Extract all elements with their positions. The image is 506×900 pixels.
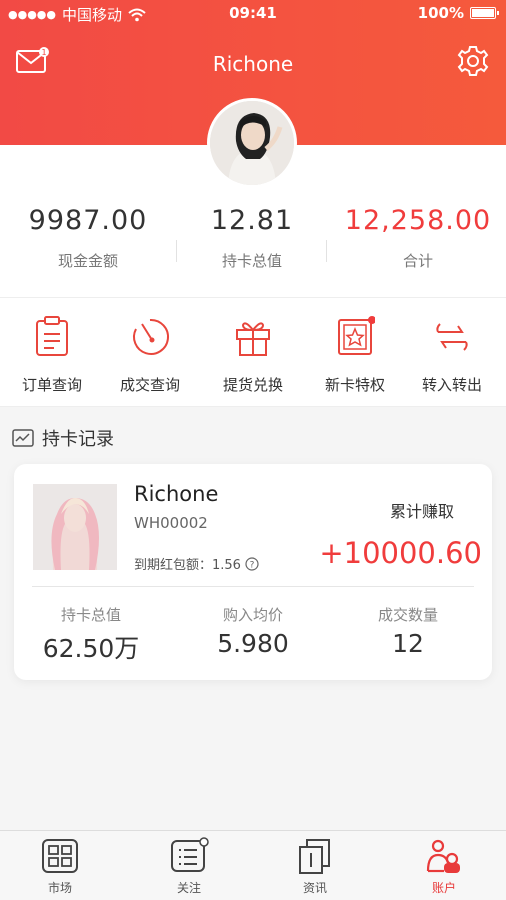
gear-icon[interactable] [456, 44, 490, 78]
tab-label: 市场 [47, 881, 72, 895]
gift-icon [236, 322, 270, 356]
card-stat-value: 12 [392, 629, 424, 658]
stat-value: 9987.00 [28, 205, 148, 236]
section-title: 持卡记录 [42, 429, 114, 450]
page-title: Richone [212, 52, 294, 76]
action-transfer[interactable]: 转入转出 [402, 316, 502, 395]
action-label: 转入转出 [421, 376, 482, 394]
action-pickup-exchange[interactable]: 提货兑换 [203, 316, 303, 395]
card-stat-label: 持卡总值 [60, 606, 121, 624]
tab-market[interactable]: 市场 [10, 837, 110, 896]
stat-card-total: 12.81 持卡总值 [168, 205, 336, 271]
avatar[interactable] [207, 98, 297, 188]
clipboard-icon [36, 316, 68, 356]
market-icon [42, 839, 78, 873]
status-bar: ●●●●● 中国移动 09:41 100% [0, 0, 506, 28]
tab-follow[interactable]: 关注 [139, 837, 239, 896]
section-header: 持卡记录 [12, 425, 114, 451]
stat-label: 现金金额 [57, 252, 118, 270]
new-badge-dot [368, 316, 375, 324]
star-card-icon [338, 316, 375, 355]
tab-bar: 市场 关注 资讯 账户 [0, 830, 506, 900]
news-icon [299, 839, 330, 874]
tab-account[interactable]: 账户 [394, 837, 494, 896]
action-order-query[interactable]: 订单查询 [2, 316, 102, 395]
stat-label: 合计 [402, 252, 433, 270]
action-new-card-privilege[interactable]: 新卡特权 [305, 316, 405, 395]
expire-label: 到期红包额：1.56 [134, 558, 241, 573]
card-code: WH00002 [134, 514, 208, 532]
card-stat-total: 持卡总值 62.50万 [16, 604, 166, 665]
balance-summary: 9987.00 现金金额 12.81 持卡总值 12,258.00 合计 [0, 205, 506, 290]
card-stat-value: 62.50万 [42, 634, 140, 663]
follow-list-icon [171, 837, 209, 872]
gauge-icon [133, 318, 169, 355]
holding-card[interactable]: Richone WH00002 到期红包额：1.56 ? 累计赚取 +10000… [14, 464, 492, 680]
card-photo [33, 484, 117, 570]
card-stat-value: 5.980 [217, 629, 289, 658]
action-label: 成交查询 [119, 376, 180, 394]
battery-percent: 100% [417, 4, 464, 22]
divider [32, 586, 474, 587]
divider [176, 240, 177, 262]
divider [326, 240, 327, 262]
action-label: 订单查询 [21, 376, 82, 394]
battery-icon [470, 7, 499, 19]
tab-label: 资讯 [302, 881, 327, 895]
stat-value: 12.81 [210, 205, 294, 236]
quick-actions: 订单查询 成交查询 提货兑换 新卡特权 转入转出 [0, 297, 506, 407]
earn-label: 累计赚取 [389, 502, 454, 521]
card-expire: 到期红包额：1.56 ? [134, 554, 259, 573]
transfer-icon [436, 323, 468, 351]
tab-news[interactable]: 资讯 [265, 837, 365, 896]
card-name: Richone [134, 482, 219, 506]
account-icon [426, 839, 460, 873]
card-stat-avg-price: 购入均价 5.980 [178, 604, 328, 658]
earn-value: +10000.60 [319, 536, 482, 570]
stat-cash: 9987.00 现金金额 [4, 205, 172, 271]
card-stat-label: 购入均价 [222, 606, 283, 624]
action-deal-query[interactable]: 成交查询 [100, 316, 200, 395]
card-stat-quantity: 成交数量 12 [333, 604, 483, 658]
card-record-icon [12, 429, 34, 447]
action-label: 提货兑换 [222, 376, 283, 394]
tab-label: 关注 [176, 881, 201, 895]
tab-label: 账户 [431, 881, 456, 895]
svg-text:?: ? [250, 560, 255, 570]
stat-label: 持卡总值 [221, 252, 282, 270]
help-icon[interactable]: ? [245, 556, 259, 571]
stat-value: 12,258.00 [344, 205, 492, 236]
stat-total: 12,258.00 合计 [334, 205, 502, 271]
card-stat-label: 成交数量 [377, 606, 438, 624]
action-label: 新卡特权 [324, 376, 385, 394]
